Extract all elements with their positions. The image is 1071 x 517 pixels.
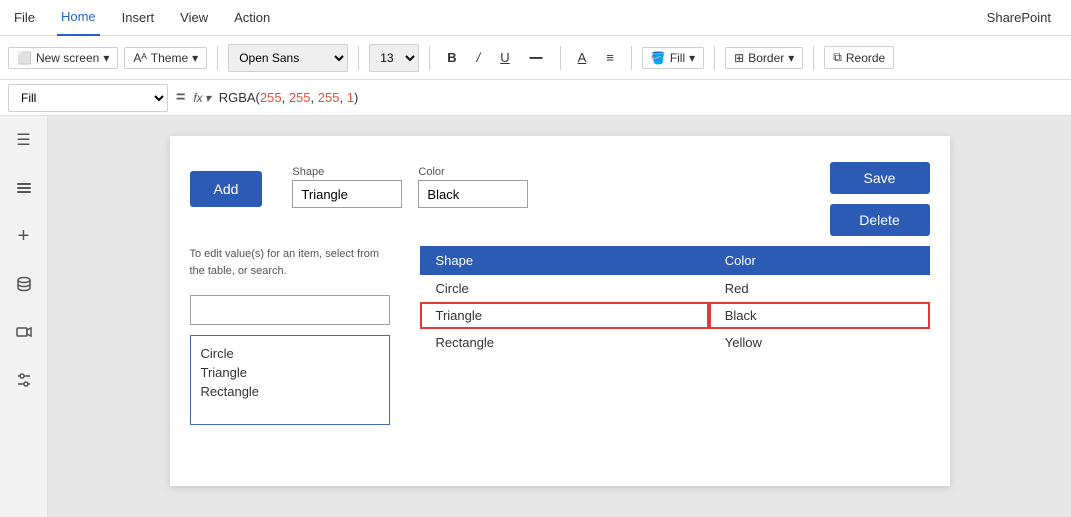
italic-button[interactable]: / (470, 44, 488, 72)
media-icon[interactable] (10, 318, 38, 346)
search-input[interactable] (190, 295, 390, 325)
app-canvas: Add Shape Color Save Delete (170, 136, 950, 486)
rgba-a: 1 (347, 90, 354, 105)
toolbar: ⬜ New screen ▾ Aᴬ Theme ▾ Open Sans 13 B… (0, 36, 1071, 80)
theme-chevron-icon: ▾ (192, 51, 198, 65)
cell-color: Red (709, 275, 930, 302)
border-icon: ⊞ (734, 51, 744, 65)
shape-label: Shape (292, 166, 402, 178)
shape-input-group: Shape (292, 166, 402, 208)
menu-file[interactable]: File (10, 0, 39, 36)
menu-items: File Home Insert View Action (10, 0, 274, 36)
right-panel: Shape Color Circle Red Triangle Bl (420, 246, 930, 425)
app-title: SharePoint (987, 10, 1061, 25)
rgba-r: 255 (260, 90, 282, 105)
hint-text: To edit value(s) for an item, select fro… (190, 246, 390, 279)
menu-action[interactable]: Action (230, 0, 274, 36)
rgba-comma2: , (311, 90, 318, 105)
col-shape: Shape (420, 246, 709, 275)
layers-icon[interactable] (10, 174, 38, 202)
menu-view[interactable]: View (176, 0, 212, 36)
cell-shape: Circle (420, 275, 709, 302)
color-input[interactable] (418, 180, 528, 208)
hamburger-icon[interactable]: ☰ (10, 126, 38, 154)
color-label: Color (418, 166, 528, 178)
toolbar-sep-6 (714, 46, 715, 70)
border-chevron-icon: ▾ (788, 51, 794, 65)
bold-button[interactable]: B (440, 44, 463, 72)
toolbar-sep-5 (631, 46, 632, 70)
theme-icon: Aᴬ (133, 51, 146, 65)
table-row[interactable]: Rectangle Yellow (420, 329, 930, 356)
font-color-button[interactable]: A (571, 44, 594, 72)
theme-button[interactable]: Aᴬ Theme ▾ (124, 47, 207, 69)
toolbar-sep-2 (358, 46, 359, 70)
screen-icon: ⬜ (17, 51, 32, 65)
fill-chevron-icon: ▾ (689, 51, 695, 65)
table-row[interactable]: Circle Red (420, 275, 930, 302)
align-button[interactable]: ≡ (599, 44, 621, 72)
equals-sign: = (176, 89, 185, 107)
cell-color: Yellow (709, 329, 930, 356)
menu-insert[interactable]: Insert (118, 0, 159, 36)
shape-input[interactable] (292, 180, 402, 208)
rgba-g: 255 (289, 90, 311, 105)
reorder-button[interactable]: ⧉ Reorde (824, 46, 894, 69)
fill-icon: 🪣 (651, 51, 666, 65)
border-button[interactable]: ⊞ Border ▾ (725, 47, 803, 69)
toolbar-sep-3 (429, 46, 430, 70)
rgba-b: 255 (318, 90, 340, 105)
underline-button[interactable]: U (493, 44, 516, 72)
font-size-select[interactable]: 13 (369, 44, 419, 72)
plus-icon[interactable]: + (10, 222, 38, 250)
fill-button[interactable]: 🪣 Fill ▾ (642, 47, 704, 69)
list-item[interactable]: Circle (201, 344, 379, 363)
sidebar: ☰ + (0, 116, 48, 517)
rgba-comma3: , (339, 90, 346, 105)
database-icon[interactable] (10, 270, 38, 298)
data-table: Shape Color Circle Red Triangle Bl (420, 246, 930, 356)
delete-button[interactable]: Delete (830, 204, 930, 236)
canvas-area: Add Shape Color Save Delete (48, 116, 1071, 517)
cell-color: Black (709, 302, 930, 329)
fx-label: fx ▾ (193, 91, 210, 105)
list-box[interactable]: Circle Triangle Rectangle (190, 335, 390, 425)
reorder-icon: ⧉ (833, 50, 842, 65)
col-color: Color (709, 246, 930, 275)
toolbar-sep-7 (813, 46, 814, 70)
menu-bar: File Home Insert View Action SharePoint (0, 0, 1071, 36)
toolbar-sep-4 (560, 46, 561, 70)
table-row-selected[interactable]: Triangle Black (420, 302, 930, 329)
color-input-group: Color (418, 166, 528, 208)
cell-shape: Triangle (420, 302, 709, 329)
main-area: ☰ + (0, 116, 1071, 517)
menu-home[interactable]: Home (57, 0, 100, 36)
list-item[interactable]: Rectangle (201, 382, 379, 401)
fx-chevron-icon: ▾ (205, 91, 211, 105)
rgba-prefix: RGBA( (219, 90, 260, 105)
toolbar-sep-1 (217, 46, 218, 70)
formula-bar: Fill = fx ▾ RGBA(255, 255, 255, 1) (0, 80, 1071, 116)
cell-shape: Rectangle (420, 329, 709, 356)
font-family-select[interactable]: Open Sans (228, 44, 348, 72)
controls-icon[interactable] (10, 366, 38, 394)
new-screen-chevron-icon: ▾ (103, 51, 109, 65)
property-select[interactable]: Fill (8, 84, 168, 112)
strikethrough-button[interactable]: — (523, 44, 550, 72)
left-panel: To edit value(s) for an item, select fro… (190, 246, 390, 425)
new-screen-button[interactable]: ⬜ New screen ▾ (8, 47, 118, 69)
save-button[interactable]: Save (830, 162, 930, 194)
rgba-suffix: ) (354, 90, 358, 105)
formula-display: RGBA(255, 255, 255, 1) (219, 90, 359, 105)
add-button[interactable]: Add (190, 171, 263, 207)
list-item[interactable]: Triangle (201, 363, 379, 382)
rgba-comma1: , (282, 90, 289, 105)
